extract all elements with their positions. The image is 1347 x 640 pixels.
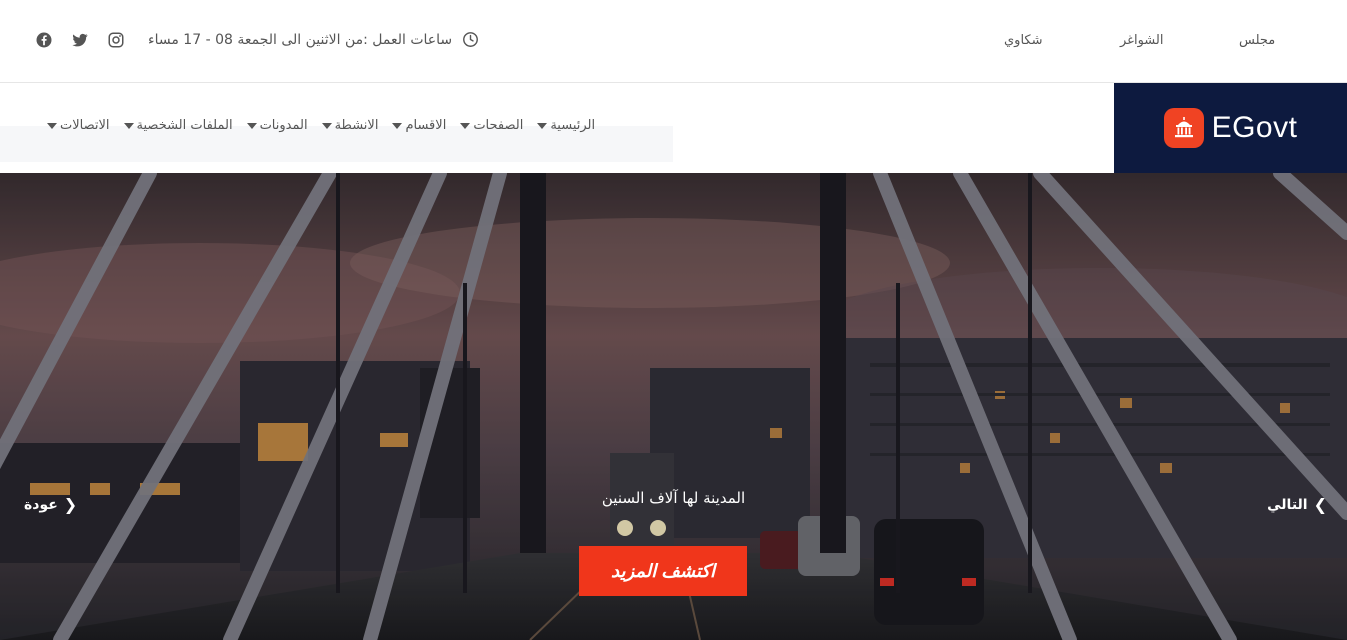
main-nav: الرئيسية الصفحات الاقسام الانشطة المدونا… [47,118,595,133]
twitter-icon[interactable] [71,31,89,49]
caret-down-icon [246,122,257,129]
top-link-vacancies[interactable]: الشواغر [1120,33,1163,48]
facebook-icon[interactable] [35,31,53,49]
capitol-building-icon [1163,108,1204,148]
nav-item-label: الاتصالات [60,118,110,133]
caret-down-icon [123,122,134,129]
site-header: الرئيسية الصفحات الاقسام الانشطة المدونا… [0,83,1347,173]
nav-item-label: الملفات الشخصية [136,118,233,133]
chevron-right-icon: ❯ [63,495,78,514]
nav-item-home[interactable]: الرئيسية [537,118,595,133]
caret-down-icon [460,122,471,129]
brand-logo-link[interactable]: EGovt [1114,83,1347,173]
discover-more-button[interactable]: اكتشف المزيد [579,546,747,596]
working-hours-text: ساعات العمل :من الاثنين الى الجمعة 08 - … [148,31,453,48]
nav-item-label: الاقسام [405,118,447,133]
nav-item-departments[interactable]: الاقسام [392,118,446,133]
caret-down-icon [47,122,57,129]
nav-item-activities[interactable]: الانشطة [321,118,379,133]
nav-item-label: الرئيسية [550,118,596,133]
clock-icon [462,31,479,48]
slider-next-label: التالي [1267,497,1308,513]
brand-name: EGovt [1211,111,1298,144]
slider-prev-button[interactable]: عودة ❯ [24,495,78,514]
caret-down-icon [321,122,332,129]
nav-item-label: المدونات [259,118,308,133]
nav-item-contact[interactable]: الاتصالات [47,118,110,133]
caret-down-icon [537,122,548,129]
nav-item-label: الصفحات [473,118,524,133]
nav-item-pages[interactable]: الصفحات [460,118,523,133]
working-hours: ساعات العمل :من الاثنين الى الجمعة 08 - … [148,31,479,48]
hero-slider: المدينة لها آلاف السنين اكتشف المزيد عود… [0,173,1347,640]
social-links [35,31,125,49]
instagram-icon[interactable] [107,31,125,49]
slider-prev-label: عودة [24,497,58,513]
nav-item-blogs[interactable]: المدونات [246,118,308,133]
caret-down-icon [392,122,403,129]
top-link-complaints[interactable]: شكاوي [1004,33,1043,48]
top-bar: ساعات العمل :من الاثنين الى الجمعة 08 - … [0,0,1347,83]
chevron-left-icon: ❮ [1313,495,1327,514]
hero-caption: المدينة لها آلاف السنين [601,489,746,507]
nav-item-label: الانشطة [334,118,379,133]
top-link-council[interactable]: مجلس [1239,33,1275,48]
slider-next-button[interactable]: التالي ❮ [1267,495,1327,514]
nav-item-profiles[interactable]: الملفات الشخصية [123,118,233,133]
